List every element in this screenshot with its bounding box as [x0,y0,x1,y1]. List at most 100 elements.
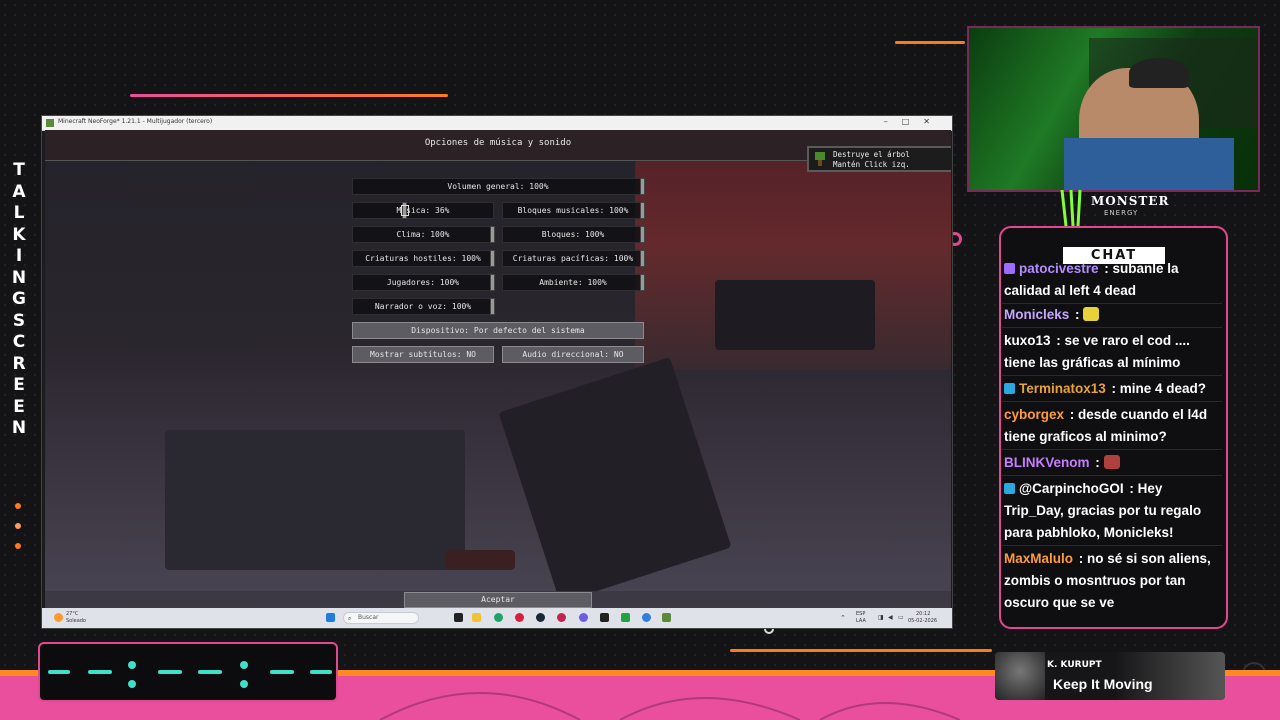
battery-icon[interactable]: ▭ [898,614,904,621]
slider-jukebox[interactable]: Bloques musicales: 100% [502,202,645,219]
chat-username[interactable]: Terminatox13 [1019,381,1106,396]
steam-icon[interactable] [536,613,545,622]
slider-label: Bloques musicales: 100% [517,206,629,215]
clock-time[interactable]: 20:12 [916,611,930,617]
slider-ambient[interactable]: Ambiente: 100% [502,274,645,291]
chat-colon: : [1071,307,1084,322]
chat-username[interactable]: kuxo13 [1004,333,1051,348]
volume-icon[interactable]: ◀ [888,614,893,621]
chat-badge-icon [1004,383,1015,394]
xbox-icon[interactable] [621,613,630,622]
webcam-feed [967,26,1260,192]
side-letter: L [13,203,25,223]
chat-emote-icon [1083,307,1100,321]
discord-icon[interactable] [579,613,588,622]
chat-separator [1002,401,1222,402]
now-playing: K. KURUPT Keep It Moving [995,652,1225,700]
file-explorer-icon[interactable] [472,613,481,622]
toast-line-2: Mantén Click izq. [833,160,910,169]
tray-chevron-icon[interactable]: ⌃ [840,614,846,622]
slider-music[interactable]: Música: 36% [352,202,494,219]
task-view-icon[interactable] [454,613,463,622]
slider-label: Volumen general: 100% [447,182,549,191]
weather-temp: 27°C [66,611,79,617]
chat-username[interactable]: patocivestre [1019,261,1099,276]
side-letter: K [12,224,26,245]
chat-username[interactable]: cyborgex [1004,407,1064,422]
slider-hostile[interactable]: Criaturas hostiles: 100% [352,250,495,267]
side-letter: A [12,181,26,202]
network-icon[interactable]: ◨ [878,614,884,621]
webcam-shirt [1064,138,1234,190]
chat-colon: : [1100,261,1113,276]
chat-colon: : [1066,407,1079,422]
chat-colon: : [1052,333,1065,348]
slider-master-volume[interactable]: Volumen general: 100% [352,178,645,195]
windows-start-icon[interactable] [326,613,335,622]
chat-username[interactable]: BLINKVenom [1004,455,1090,470]
sponsor-brand: MONSTER [1091,194,1170,208]
edge-icon[interactable] [494,613,503,622]
webcam-cap [1129,58,1189,88]
slider-handle[interactable] [640,178,645,195]
side-letter: E [13,396,25,417]
done-button[interactable]: Aceptar [404,592,592,608]
side-letter: N [11,267,27,288]
chat-message: MaxMalulo : no sé si son aliens, zombis … [1004,548,1222,614]
slider-handle[interactable] [490,298,495,315]
deco-line-bottom-right [730,649,992,652]
slider-handle[interactable] [490,226,495,243]
windows-taskbar: 27°C Soleado ⌕ Buscar ⌃ ESP LAA ◨ ◀ ▭ 20… [42,608,952,628]
language-indicator[interactable]: ESP [856,611,865,617]
chat-username[interactable]: MaxMalulo [1004,551,1073,566]
chat-message: kuxo13 : se ve raro el cod .... tiene la… [1004,330,1222,374]
slider-blocks[interactable]: Bloques: 100% [502,226,645,243]
directional-audio-button[interactable]: Audio direccional: NO [502,346,644,363]
countdown-dashes [48,661,332,688]
side-brand-text: TALKINGSCREEN [9,160,29,440]
deco-dot [15,503,21,509]
mouse-cursor [401,205,409,216]
search-placeholder: Buscar [358,614,379,621]
side-letter: S [12,310,26,331]
chat-colon: : [1091,455,1104,470]
side-letter: C [12,332,26,352]
slider-handle[interactable] [490,274,495,291]
button-label: Aceptar [481,595,515,604]
chat-username[interactable]: Monicleks [1004,307,1069,322]
slider-label: Bloques: 100% [541,230,605,239]
mail-icon[interactable] [557,613,566,622]
slider-players[interactable]: Jugadores: 100% [352,274,495,291]
button-label: Audio direccional: NO [522,350,624,359]
slider-handle[interactable] [640,274,645,291]
deco-dot [15,523,21,529]
device-button[interactable]: Dispositivo: Por defecto del sistema [352,322,644,339]
chat-separator [1002,327,1222,328]
window-controls[interactable]: –□✕ [884,117,944,126]
slider-handle[interactable] [640,250,645,267]
slider-weather[interactable]: Clima: 100% [352,226,495,243]
subtitles-button[interactable]: Mostrar subtítulos: NO [352,346,494,363]
sponsor-sub: ENERGY [1104,209,1139,217]
app-icon[interactable] [642,613,651,622]
slider-handle[interactable] [640,202,645,219]
slider-friendly[interactable]: Criaturas pacíficas: 100% [502,250,645,267]
button-label: Mostrar subtítulos: NO [370,350,476,359]
minecraft-taskbar-icon[interactable] [662,613,671,622]
app-icon[interactable] [600,613,609,622]
side-letter: E [13,375,25,395]
chat-message: cyborgex : desde cuando el l4d tiene gra… [1004,404,1222,448]
button-label: Dispositivo: Por defecto del sistema [411,326,585,335]
side-letter: R [12,353,26,374]
scene-block [715,280,875,350]
scene-block [165,430,465,570]
side-letter: T [13,160,25,180]
chat-separator [1002,375,1222,376]
slider-handle[interactable] [640,226,645,243]
chat-username[interactable]: @CarpinchoGOI [1019,481,1124,496]
taskbar-search[interactable]: ⌕ Buscar [343,612,419,624]
slider-handle[interactable] [490,250,495,267]
toast-line-1: Destruye el árbol [833,150,910,159]
slider-voice[interactable]: Narrador o voz: 100% [352,298,495,315]
opera-icon[interactable] [515,613,524,622]
